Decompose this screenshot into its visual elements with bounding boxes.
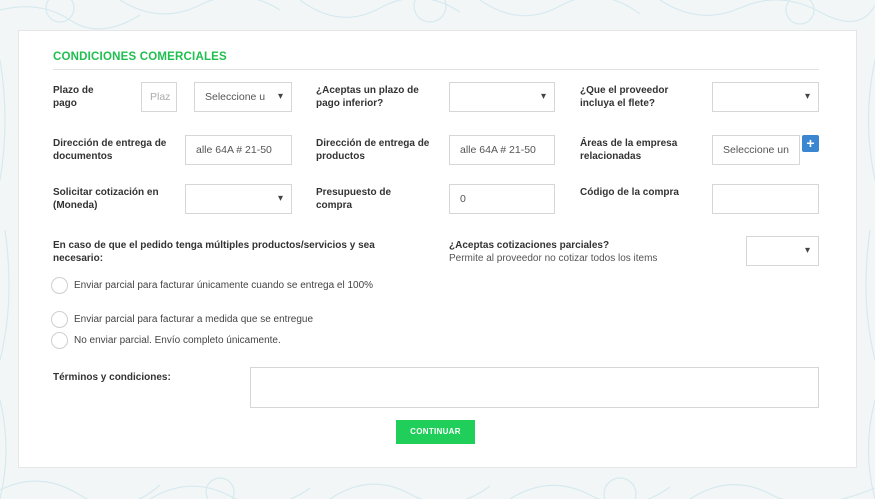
multiples-question: En caso de que el pedido tenga múltiples… (53, 240, 375, 264)
aceptas-plazo-label: ¿Aceptas un plazo de pago inferior? (316, 85, 419, 109)
plazo-unit-select[interactable]: Seleccione u (194, 82, 292, 112)
parciales-subtitle: Permite al proveedor no cotizar todos lo… (449, 253, 658, 264)
presupuesto-label: Presupuesto de compra (316, 187, 392, 211)
moneda-label: Solicitar cotización en (Moneda) (53, 187, 159, 211)
radio-option-entrega-100[interactable]: Enviar parcial para facturar únicamente … (51, 277, 381, 294)
plazo-unit-value: Seleccione u (205, 91, 265, 103)
radio-circle[interactable] (51, 311, 68, 328)
radio-label: Enviar parcial para facturar a medida qu… (74, 314, 314, 325)
add-area-button[interactable]: + (802, 135, 819, 152)
presupuesto-input[interactable]: 0 (449, 184, 555, 214)
radio-circle[interactable] (51, 332, 68, 349)
parciales-question: ¿Aceptas cotizaciones parciales? (449, 240, 610, 251)
title-divider (53, 69, 819, 70)
parciales-select[interactable] (746, 236, 819, 266)
dir-docs-input[interactable]: alle 64A # 21-50 (185, 135, 292, 165)
areas-label: Áreas de la empresa relacionadas (580, 138, 678, 162)
aceptas-plazo-select[interactable] (449, 82, 555, 112)
moneda-select[interactable] (185, 184, 292, 214)
commercial-conditions-card: CONDICIONES COMERCIALES Plazo de pago Pl… (19, 31, 856, 467)
radio-label: Enviar parcial para facturar únicamente … (74, 280, 374, 291)
radio-option-no-parcial[interactable]: No enviar parcial. Envío completo únicam… (51, 332, 381, 349)
flete-select[interactable] (712, 82, 819, 112)
plazo-input[interactable]: Plaz (141, 82, 177, 112)
dir-prod-label: Dirección de entrega de productos (316, 138, 430, 162)
codigo-label: Código de la compra (580, 187, 679, 198)
section-title: CONDICIONES COMERCIALES (53, 51, 227, 63)
dir-docs-label: Dirección de entrega de documentos (53, 138, 167, 162)
dir-prod-input[interactable]: alle 64A # 21-50 (449, 135, 555, 165)
flete-label: ¿Que el proveedor incluya el flete? (580, 85, 669, 109)
terminos-label: Términos y condiciones: (53, 372, 171, 383)
codigo-input[interactable] (712, 184, 819, 214)
radio-label: No enviar parcial. Envío completo únicam… (74, 335, 281, 346)
terminos-textarea[interactable] (250, 367, 819, 408)
plazo-label: Plazo de pago (53, 85, 94, 109)
areas-select[interactable]: Seleccione un (712, 135, 800, 165)
continue-button[interactable]: CONTINUAR (396, 420, 475, 444)
radio-option-a-medida[interactable]: Enviar parcial para facturar a medida qu… (51, 311, 381, 328)
radio-circle[interactable] (51, 277, 68, 294)
